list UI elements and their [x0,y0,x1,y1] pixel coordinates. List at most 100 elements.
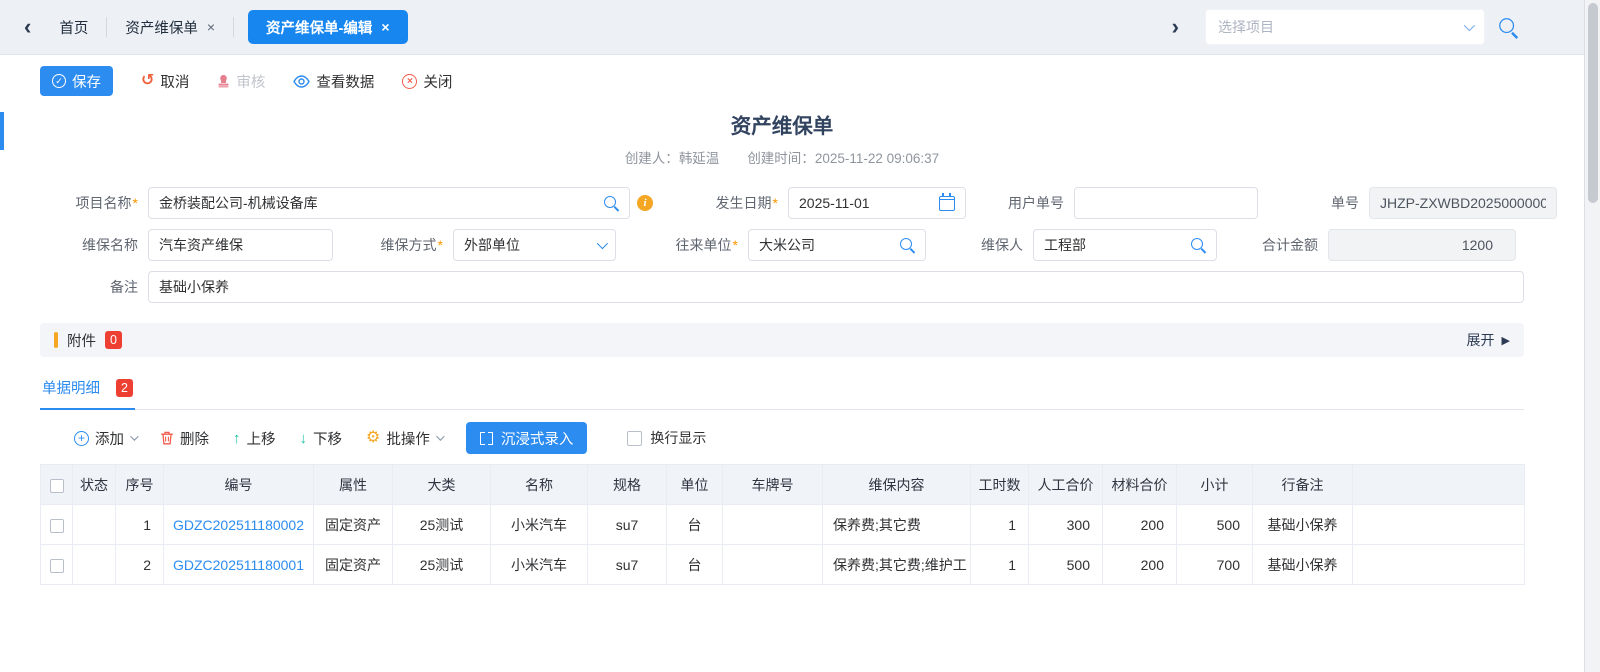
col-unit: 单位 [667,465,723,505]
batch-ops-button[interactable]: ⚙ 批操作 [366,428,442,449]
remark-input[interactable] [159,279,1513,295]
check-circle-icon: ✓ [52,74,66,88]
required-mark: * [438,237,443,253]
maintainer-label: 维保人 [930,235,1033,255]
collapsed-sidebar-handle[interactable] [0,112,4,150]
calendar-icon[interactable] [939,196,955,211]
col-content: 维保内容 [823,465,971,505]
search-icon[interactable] [1191,238,1206,253]
remark-field[interactable] [148,271,1524,303]
col-category: 大类 [393,465,491,505]
wrap-display-checkbox[interactable]: 换行显示 [627,428,706,448]
row-checkbox[interactable] [50,519,64,533]
asset-code-link[interactable]: GDZC202511180001 [173,557,304,573]
date-label: 发生日期* [693,193,788,213]
search-icon[interactable] [604,196,619,211]
wrap-display-label: 换行显示 [650,428,706,448]
brackets-icon [480,432,493,445]
cell-spec: su7 [588,505,667,545]
row-checkbox[interactable] [50,559,64,573]
chevron-down-icon[interactable] [597,238,608,249]
maintainer-input[interactable] [1044,237,1185,253]
audit-label: 审核 [236,71,265,92]
delete-button[interactable]: 删除 [160,428,209,449]
vertical-scrollbar[interactable] [1584,0,1600,672]
asset-code-link[interactable]: GDZC202511180002 [173,517,304,533]
project-select-input[interactable] [1218,19,1456,35]
maint-mode-select[interactable] [453,229,616,261]
col-labor: 人工合价 [1029,465,1103,505]
date-field[interactable] [788,187,966,219]
expand-toggle[interactable]: 展开 ▶ [1467,330,1510,350]
checkbox-icon[interactable] [627,431,642,446]
cell-seq: 2 [116,545,164,585]
immersive-entry-button[interactable]: 沉浸式录入 [466,422,588,454]
close-circle-icon: × [402,74,417,89]
move-down-button[interactable]: ↓ 下移 [300,428,343,449]
tab-home[interactable]: 首页 [41,0,106,55]
select-all-checkbox[interactable] [50,479,64,493]
maint-name-field[interactable] [148,229,333,261]
col-plate: 车牌号 [723,465,823,505]
maint-name-label: 维保名称 [40,235,148,255]
move-up-button[interactable]: ↑ 上移 [233,428,276,449]
maintainer-field[interactable] [1033,229,1217,261]
close-icon[interactable]: × [207,20,215,34]
attachment-section: 附件 0 展开 ▶ [40,323,1524,357]
add-label: 添加 [95,428,124,449]
close-button[interactable]: × 关闭 [402,71,452,92]
save-button[interactable]: ✓ 保存 [40,66,113,96]
project-select[interactable] [1205,9,1485,45]
audit-button: 审核 [217,71,265,92]
tab-asset-maintenance-list[interactable]: 资产维保单 × [107,0,233,55]
tab-detail-lines[interactable]: 单据明细 2 [40,377,135,410]
counterparty-input[interactable] [759,237,894,253]
search-icon[interactable] [900,238,915,253]
chevron-down-icon[interactable] [1464,20,1475,31]
user-order-input[interactable] [1085,195,1247,211]
move-up-label: 上移 [247,428,276,449]
maint-name-input[interactable] [159,237,322,253]
info-icon[interactable]: i [637,195,653,211]
col-name: 名称 [491,465,588,505]
cell-category: 25测试 [393,505,491,545]
date-input[interactable] [799,195,933,211]
user-order-field[interactable] [1074,187,1258,219]
close-icon[interactable]: × [381,20,389,34]
col-filler [1353,465,1525,505]
col-hours: 工时数 [971,465,1029,505]
counterparty-field[interactable] [748,229,926,261]
table-header-row: 状态 序号 编号 属性 大类 名称 规格 单位 车牌号 维保内容 工时数 人工合… [41,465,1525,505]
tab-bar: ‹ 首页 资产维保单 × 资产维保单-编辑 × › [0,0,1600,55]
view-data-button[interactable]: 查看数据 [293,71,374,92]
cancel-button[interactable]: ↺ 取消 [141,71,189,92]
project-input[interactable] [159,195,598,211]
document-meta: 创建人：韩延温 创建时间：2025-11-22 09:06:37 [40,147,1524,167]
required-mark: * [133,195,138,211]
maint-mode-value[interactable] [464,237,591,253]
search-icon[interactable] [1499,18,1518,37]
cell-labor-total: 300 [1029,505,1103,545]
attachment-label: 附件 [67,330,96,351]
order-no-value [1380,195,1546,211]
view-data-label: 查看数据 [316,71,374,92]
total-value [1339,237,1505,253]
col-status: 状态 [73,465,116,505]
back-chevron-icon[interactable]: ‹ [14,16,41,38]
cell-labor-total: 500 [1029,545,1103,585]
eye-icon [293,75,310,88]
col-seq: 序号 [116,465,164,505]
table-row: 1 GDZC202511180002 固定资产 25测试 小米汽车 su7 台 … [41,505,1525,545]
col-material: 材料合价 [1103,465,1177,505]
add-button[interactable]: + 添加 [74,428,136,449]
form-row-1: 项目名称* i 发生日期* 用户单号 单号 [40,187,1524,219]
cell-seq: 1 [116,505,164,545]
undo-icon: ↺ [141,73,154,89]
project-field[interactable] [148,187,630,219]
asset-maintenance-edit-page: ‹ 首页 资产维保单 × 资产维保单-编辑 × › [0,0,1600,585]
detail-table: 状态 序号 编号 属性 大类 名称 规格 单位 车牌号 维保内容 工时数 人工合… [40,464,1525,585]
forward-chevron-icon[interactable]: › [1162,16,1189,38]
tab-asset-maintenance-edit[interactable]: 资产维保单-编辑 × [248,10,408,44]
scrollbar-thumb[interactable] [1588,3,1598,203]
order-form: 项目名称* i 发生日期* 用户单号 单号 [40,187,1524,303]
